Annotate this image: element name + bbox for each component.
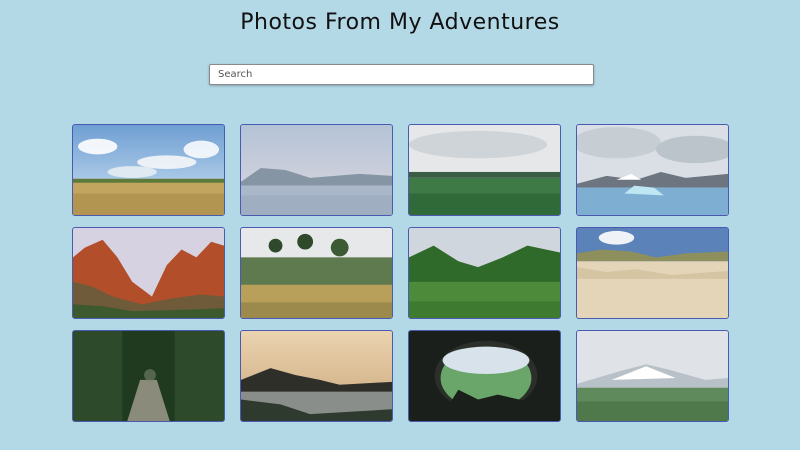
search-input[interactable] xyxy=(209,64,594,85)
photo-thumbnail-4[interactable] xyxy=(576,124,729,216)
photo-thumbnail-8[interactable] xyxy=(576,227,729,319)
photo-thumbnail-7[interactable] xyxy=(408,227,561,319)
photo-thumbnail-3[interactable] xyxy=(408,124,561,216)
photo-thumbnail-12[interactable] xyxy=(576,330,729,422)
photo-thumbnail-5[interactable] xyxy=(72,227,225,319)
photo-thumbnail-2[interactable] xyxy=(240,124,393,216)
photo-thumbnail-6[interactable] xyxy=(240,227,393,319)
photo-thumbnail-9[interactable] xyxy=(72,330,225,422)
page-title: Photos From My Adventures xyxy=(240,10,560,35)
photo-thumbnail-11[interactable] xyxy=(408,330,561,422)
photo-thumbnail-10[interactable] xyxy=(240,330,393,422)
photo-thumbnail-1[interactable] xyxy=(72,124,225,216)
